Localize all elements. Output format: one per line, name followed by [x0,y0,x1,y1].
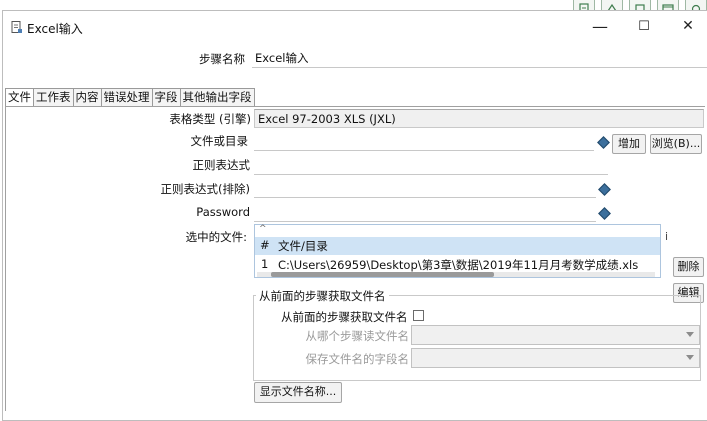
spreadsheet-type-select[interactable]: Excel 97-2003 XLS (JXL) [254,109,704,128]
chevron-down-icon [686,355,694,360]
row-file-path: C:\Users\26959\Desktop\第3章\数据\2019年11月月考… [278,258,639,272]
read-from-step-label: 从哪个步骤读文件名 [305,329,410,343]
column-header-number: # [260,238,270,252]
password-label: Password [196,205,250,219]
from-previous-checkbox-label: 从前面的步骤获取文件名 [281,310,408,324]
chevron-down-icon [686,332,694,337]
spreadsheet-type-label: 表格类型 (引擎) [169,112,251,126]
maximize-icon: ☐ [638,18,650,34]
delete-button[interactable]: 删除 [673,257,704,277]
step-name-label: 步骤名称 [199,52,245,66]
tab-content[interactable]: 内容 [72,88,102,106]
step-name-input[interactable]: Excel输入 [252,48,707,68]
field-name-label: 保存文件名的字段名 [305,352,410,366]
selected-files-label: 选中的文件: [185,230,247,244]
tab-error-handling[interactable]: 错误处理 [100,88,153,106]
tab-file[interactable]: 文件 [5,88,34,107]
from-previous-group-title: 从前面的步骤获取文件名 [256,288,389,304]
tab-fields[interactable]: 字段 [151,88,181,106]
regex-exclude-input[interactable] [254,178,596,198]
field-name-select[interactable] [411,348,700,368]
add-button[interactable]: 增加 [612,134,646,154]
excel-step-icon [11,21,23,37]
regex-label: 正则表达式 [192,158,251,172]
table-header: # 文件/目录 [255,237,660,255]
table-side-marker: i [665,230,669,243]
selected-files-table: ^ # 文件/目录 1 C:\Users\26959\Desktop\第3章\数… [254,224,661,278]
maximize-button[interactable]: ☐ [629,15,659,37]
horizontal-scrollbar[interactable] [257,272,655,277]
tab-bar: 文件 工作表 内容 错误处理 字段 其他输出字段 [5,88,255,107]
title-bar: Excel输入 — ☐ ✕ [3,11,707,43]
file-or-dir-input[interactable] [254,131,594,151]
minimize-icon: — [592,16,608,36]
read-from-step-select[interactable] [411,325,700,345]
file-or-dir-label: 文件或目录 [190,134,249,148]
column-header-file[interactable]: 文件/目录 [278,238,328,254]
scrollbar-thumb[interactable] [271,272,494,277]
tab-other-output-fields[interactable]: 其他输出字段 [179,88,255,106]
close-button[interactable]: ✕ [673,15,703,37]
show-filenames-button[interactable]: 显示文件名称... [254,382,342,403]
regex-exclude-label: 正则表达式(排除) [160,182,250,196]
close-icon: ✕ [682,18,694,34]
minimize-button[interactable]: — [585,15,615,37]
window-title: Excel输入 [27,22,83,36]
row-number: 1 [261,257,269,271]
sort-up-icon: ^ [259,224,267,234]
from-previous-checkbox[interactable] [413,310,424,321]
regex-input[interactable] [254,155,608,175]
tab-worksheet[interactable]: 工作表 [33,88,74,106]
excel-input-dialog: Excel输入 — ☐ ✕ 步骤名称 Excel输入 文件 工作表 内容 错误处… [2,10,707,421]
password-input[interactable] [254,202,596,222]
browse-button[interactable]: 浏览(B)... [650,134,702,154]
